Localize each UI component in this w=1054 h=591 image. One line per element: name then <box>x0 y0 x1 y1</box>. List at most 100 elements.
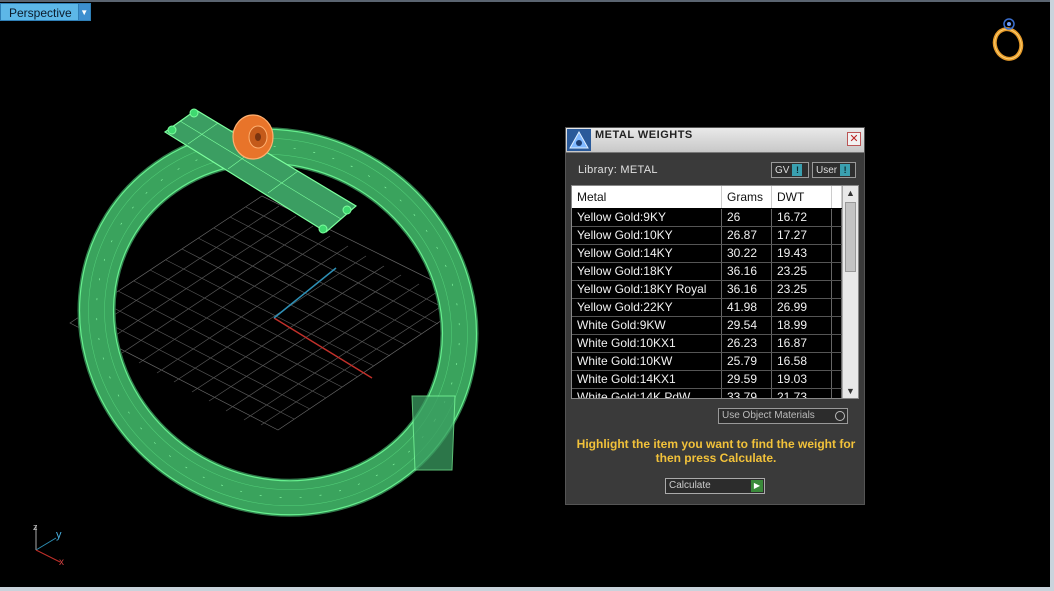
metal-table[interactable]: Metal Grams DWT Yellow Gold:9KY 26 16.72 Ye… <box>571 185 859 399</box>
viewport-label[interactable]: Perspective ▼ <box>0 3 91 21</box>
cell-dwt: 23.25 <box>772 281 832 298</box>
cell-metal: Yellow Gold:22KY <box>572 299 722 316</box>
app-logo-icon <box>567 129 591 151</box>
x-axis-line <box>273 317 373 379</box>
gv-toggle-label: GV <box>775 164 790 176</box>
radio-icon[interactable] <box>835 411 845 421</box>
cell-grams: 26 <box>722 209 772 226</box>
cell-dwt: 16.58 <box>772 353 832 370</box>
cell-dwt: 16.72 <box>772 209 832 226</box>
chevron-down-icon[interactable]: ▼ <box>77 3 91 21</box>
scene-canvas[interactable] <box>0 0 1050 587</box>
cell-metal: White Gold:10KX1 <box>572 335 722 352</box>
cell-grams: 25.79 <box>722 353 772 370</box>
table-body: Yellow Gold:9KY 26 16.72 Yellow Gold:10KY 26… <box>572 209 842 398</box>
calculate-label: Calculate <box>669 480 711 491</box>
gem-cylinder <box>232 114 274 160</box>
table-row[interactable]: White Gold:9KW 29.54 18.99 <box>572 317 842 335</box>
play-icon: ▶ <box>751 480 763 492</box>
scroll-thumb[interactable] <box>845 202 856 272</box>
cell-dwt: 21.73 <box>772 389 832 398</box>
metal-weights-panel: METAL WEIGHTS ✕ Library: METAL GV ! User… <box>565 127 865 505</box>
ring-icon[interactable] <box>988 16 1028 64</box>
axis-y-label: y <box>56 529 62 541</box>
cell-spacer <box>832 335 842 352</box>
scroll-up-icon[interactable]: ▲ <box>843 186 858 200</box>
scroll-down-icon[interactable]: ▼ <box>843 384 858 398</box>
close-icon[interactable]: ✕ <box>847 132 861 146</box>
table-row[interactable]: White Gold:14KX1 29.59 19.03 <box>572 371 842 389</box>
cell-spacer <box>832 227 842 244</box>
cell-grams: 26.23 <box>722 335 772 352</box>
cell-metal: White Gold:14KX1 <box>572 371 722 388</box>
table-row[interactable]: White Gold:10KW 25.79 16.58 <box>572 353 842 371</box>
cell-spacer <box>832 209 842 226</box>
axis-gizmo: z y x <box>30 520 80 575</box>
table-row[interactable]: Yellow Gold:14KY 30.22 19.43 <box>572 245 842 263</box>
axis-x-label: x <box>59 557 64 568</box>
cell-metal: Yellow Gold:9KY <box>572 209 722 226</box>
cell-metal: Yellow Gold:18KY Royal <box>572 281 722 298</box>
cell-dwt: 18.99 <box>772 317 832 334</box>
cell-grams: 33.79 <box>722 389 772 398</box>
cell-metal: Yellow Gold:14KY <box>572 245 722 262</box>
cell-grams: 26.87 <box>722 227 772 244</box>
cell-spacer <box>832 389 842 398</box>
panel-titlebar[interactable]: METAL WEIGHTS ✕ <box>566 128 864 153</box>
column-header-dwt[interactable]: DWT <box>772 186 832 208</box>
use-object-materials-option[interactable]: Use Object Materials <box>718 408 848 424</box>
use-object-materials-label: Use Object Materials <box>722 410 815 421</box>
y-axis-line <box>273 267 337 319</box>
user-toggle-label: User <box>816 164 838 176</box>
user-toggle[interactable]: User ! <box>812 162 856 178</box>
cell-spacer <box>832 281 842 298</box>
table-row[interactable]: Yellow Gold:18KY Royal 36.16 23.25 <box>572 281 842 299</box>
table-row[interactable]: Yellow Gold:22KY 41.98 26.99 <box>572 299 842 317</box>
column-header-grams[interactable]: Grams <box>722 186 772 208</box>
cell-spacer <box>832 245 842 262</box>
gv-toggle[interactable]: GV ! <box>771 162 809 178</box>
viewport-name[interactable]: Perspective <box>0 3 78 21</box>
axis-z-label: z <box>33 522 38 532</box>
table-row[interactable]: White Gold:10KX1 26.23 16.87 <box>572 335 842 353</box>
cell-dwt: 17.27 <box>772 227 832 244</box>
window-frame-bottom <box>0 587 1054 591</box>
ring-bottom-segment <box>411 395 456 471</box>
column-header-metal[interactable]: Metal <box>572 186 722 208</box>
cell-grams: 29.54 <box>722 317 772 334</box>
cell-metal: White Gold:14K PdW <box>572 389 722 398</box>
cell-spacer <box>832 353 842 370</box>
table-row[interactable]: Yellow Gold:18KY 36.16 23.25 <box>572 263 842 281</box>
cell-spacer <box>832 317 842 334</box>
cell-metal: Yellow Gold:18KY <box>572 263 722 280</box>
window-frame-right <box>1050 0 1054 591</box>
instruction-text: Highlight the item you want to find the … <box>576 437 856 465</box>
table-header: Metal Grams DWT <box>572 186 842 208</box>
cell-grams: 29.59 <box>722 371 772 388</box>
cell-spacer <box>832 371 842 388</box>
table-row[interactable]: Yellow Gold:10KY 26.87 17.27 <box>572 227 842 245</box>
table-row[interactable]: Yellow Gold:9KY 26 16.72 <box>572 209 842 227</box>
cell-grams: 41.98 <box>722 299 772 316</box>
cell-grams: 30.22 <box>722 245 772 262</box>
gv-toggle-indicator-icon: ! <box>792 164 803 176</box>
cell-grams: 36.16 <box>722 263 772 280</box>
cell-metal: Yellow Gold:10KY <box>572 227 722 244</box>
cell-metal: White Gold:10KW <box>572 353 722 370</box>
cell-metal: White Gold:9KW <box>572 317 722 334</box>
cell-dwt: 19.03 <box>772 371 832 388</box>
3d-viewport[interactable]: Perspective ▼ z y x METAL WEIGHTS ✕ Libr… <box>0 0 1050 587</box>
column-header-spacer <box>832 186 842 208</box>
cell-dwt: 23.25 <box>772 263 832 280</box>
cell-spacer <box>832 299 842 316</box>
calculate-button[interactable]: Calculate ▶ <box>665 478 765 494</box>
cell-dwt: 19.43 <box>772 245 832 262</box>
table-scrollbar[interactable]: ▲ ▼ <box>842 186 858 398</box>
table-row[interactable]: White Gold:14K PdW 33.79 21.73 <box>572 389 842 398</box>
user-toggle-indicator-icon: ! <box>840 164 851 176</box>
cell-grams: 36.16 <box>722 281 772 298</box>
library-label: Library: METAL <box>578 164 658 176</box>
panel-title: METAL WEIGHTS <box>595 129 693 141</box>
cell-dwt: 26.99 <box>772 299 832 316</box>
cell-spacer <box>832 263 842 280</box>
